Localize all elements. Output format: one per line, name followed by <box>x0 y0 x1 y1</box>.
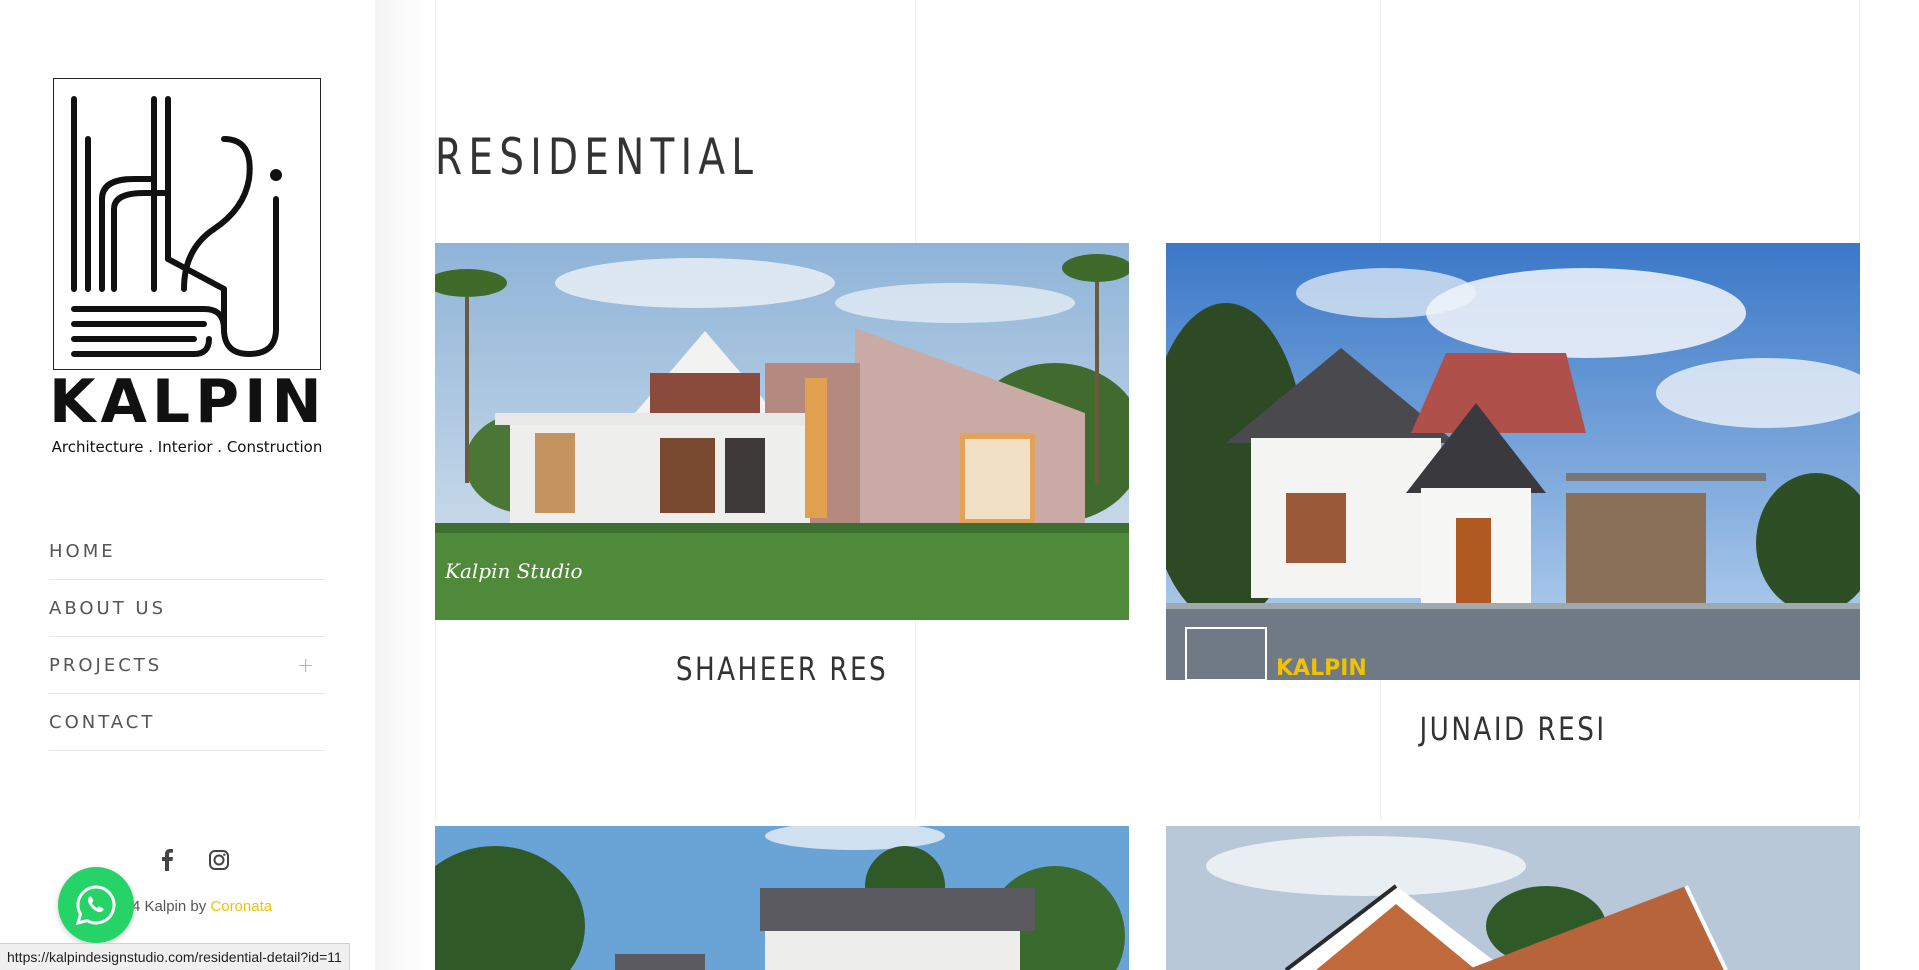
social-links <box>155 848 231 872</box>
expand-plus-icon[interactable]: + <box>297 653 317 677</box>
kalpin-logo[interactable]: KALPIN Architecture . Interior . Constru… <box>49 78 325 458</box>
main-nav: HOME ABOUT US PROJECTS + CONTACT <box>49 523 325 751</box>
nav-item-label: ABOUT US <box>49 597 167 619</box>
nav-item-projects[interactable]: PROJECTS + <box>49 637 325 694</box>
project-card-shaheer-res[interactable]: Kalpin Studio SHAHEER RES <box>435 243 1129 688</box>
whatsapp-icon <box>75 885 116 926</box>
image-watermark: KALPIN <box>1276 656 1367 680</box>
status-url-bar: https://kalpindesignstudio.com/residenti… <box>0 943 350 970</box>
logo-monogram-frame <box>53 78 321 370</box>
nav-item-home[interactable]: HOME <box>49 523 325 580</box>
image-watermark: Kalpin Studio <box>444 559 583 583</box>
page-title: RESIDENTIAL <box>435 128 760 186</box>
project-image[interactable] <box>1166 826 1860 970</box>
project-image[interactable]: KALPIN <box>1166 243 1860 680</box>
project-image[interactable]: Kalpin Studio <box>435 243 1129 620</box>
project-title[interactable]: SHAHEER RES <box>497 650 1066 688</box>
nav-item-about-us[interactable]: ABOUT US <box>49 580 325 637</box>
copyright-prefix: 4 Kalpin by <box>132 898 211 915</box>
logo-monogram <box>71 96 282 358</box>
project-title[interactable]: JUNAID RESI <box>1228 710 1797 748</box>
copyright-text: 4 Kalpin by Coronata <box>132 898 272 915</box>
project-card[interactable] <box>1166 826 1860 970</box>
nav-item-contact[interactable]: CONTACT <box>49 694 325 751</box>
instagram-icon[interactable] <box>207 848 231 872</box>
project-image[interactable] <box>435 826 1129 970</box>
project-card-junaid-resi[interactable]: KALPIN JUNAID RESI <box>1166 243 1860 748</box>
nav-item-label: PROJECTS <box>49 654 163 676</box>
project-card[interactable] <box>435 826 1129 970</box>
main-content: RESIDENTIAL Kalpin Studio SHAHEER RES KA… <box>435 0 1860 970</box>
coronata-link[interactable]: Coronata <box>210 898 272 915</box>
nav-item-label: CONTACT <box>49 711 156 733</box>
whatsapp-chat-button[interactable] <box>58 867 134 943</box>
nav-item-label: HOME <box>49 540 116 562</box>
logo-tagline: Architecture . Interior . Construction <box>51 438 323 456</box>
logo-wordmark: KALPIN <box>49 367 327 437</box>
sidebar-shadow <box>375 0 435 970</box>
facebook-icon[interactable] <box>155 848 179 872</box>
sidebar: KALPIN Architecture . Interior . Constru… <box>0 0 375 970</box>
